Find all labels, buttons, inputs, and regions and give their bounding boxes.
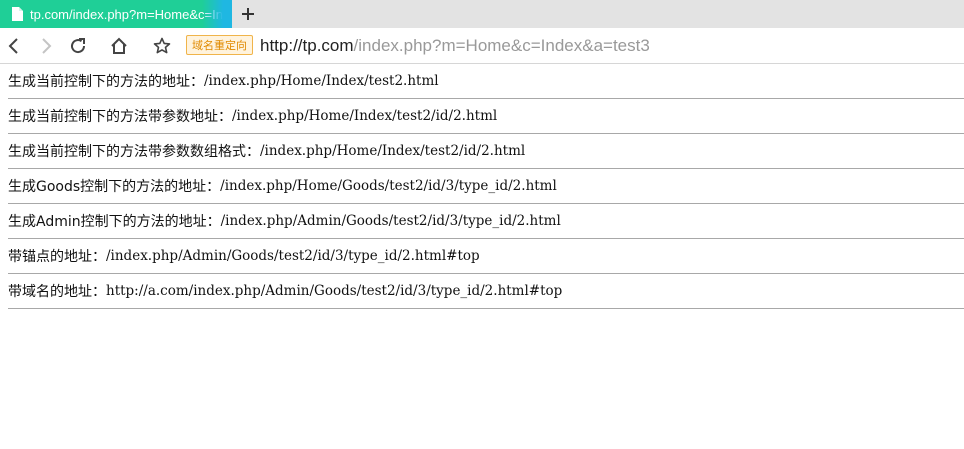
forward-button[interactable] (35, 35, 57, 57)
page-icon (11, 7, 25, 21)
back-arrow-icon (8, 38, 18, 54)
reload-button[interactable] (67, 35, 89, 57)
browser-toolbar: 域名重定向 http://tp.com/index.php?m=Home&c=I… (0, 28, 964, 64)
list-item: 生成Admin控制下的方法的地址：/index.php/Admin/Goods/… (8, 204, 964, 239)
list-item: 生成Goods控制下的方法的地址：/index.php/Home/Goods/t… (8, 169, 964, 204)
home-icon (111, 37, 127, 54)
list-item: 生成当前控制下的方法带参数数组格式：/index.php/Home/Index/… (8, 134, 964, 169)
row-url: /index.php/Home/Index/test2/id/2.html (232, 108, 498, 124)
star-icon (153, 37, 171, 54)
page-content: 生成当前控制下的方法的地址：/index.php/Home/Index/test… (0, 64, 964, 309)
bookmark-button[interactable] (151, 35, 173, 57)
home-button[interactable] (108, 35, 130, 57)
row-label: 带域名的地址： (8, 284, 106, 300)
tab-strip: tp.com/index.php?m=Home&c=Index&a=test3 (0, 0, 964, 28)
list-item: 带域名的地址： http://a.com/index.php/Admin/Good… (8, 274, 964, 309)
row-url: /index.php/Home/Index/test2.html (204, 73, 439, 89)
row-label: 生成当前控制下的方法带参数地址： (8, 109, 232, 125)
forward-arrow-icon (42, 38, 52, 54)
back-button[interactable] (3, 35, 25, 57)
active-tab[interactable]: tp.com/index.php?m=Home&c=Index&a=test3 (0, 0, 232, 28)
list-item: 生成当前控制下的方法的地址：/index.php/Home/Index/test… (8, 64, 964, 99)
tab-fade (202, 0, 232, 28)
row-label: 生成当前控制下的方法带参数数组格式： (8, 144, 260, 160)
row-label: 生成当前控制下的方法的地址： (8, 74, 204, 90)
address-bar[interactable]: http://tp.com/index.php?m=Home&c=Index&a… (260, 36, 650, 56)
row-url: /index.php/Admin/Goods/test2/id/3/type_i… (106, 248, 480, 264)
row-label: 生成Admin控制下的方法的地址： (8, 214, 221, 230)
row-url: /index.php/Home/Goods/test2/id/3/type_id… (220, 178, 557, 194)
url-path: /index.php?m=Home&c=Index&a=test3 (353, 36, 650, 55)
row-label: 生成Goods控制下的方法的地址： (8, 179, 221, 195)
row-label: 带锚点的地址： (8, 249, 106, 265)
url-host: http://tp.com (260, 36, 354, 55)
plus-icon (242, 8, 254, 20)
list-item: 带锚点的地址：/index.php/Admin/Goods/test2/id/3… (8, 239, 964, 274)
redirect-badge[interactable]: 域名重定向 (186, 35, 253, 55)
row-url: /index.php/Admin/Goods/test2/id/3/type_i… (220, 213, 561, 229)
reload-icon (71, 38, 86, 54)
new-tab-button[interactable] (238, 4, 258, 24)
row-url: http://a.com/index.php/Admin/Goods/test2… (106, 283, 563, 299)
list-item: 生成当前控制下的方法带参数地址：/index.php/Home/Index/te… (8, 99, 964, 134)
row-url: /index.php/Home/Index/test2/id/2.html (260, 143, 526, 159)
